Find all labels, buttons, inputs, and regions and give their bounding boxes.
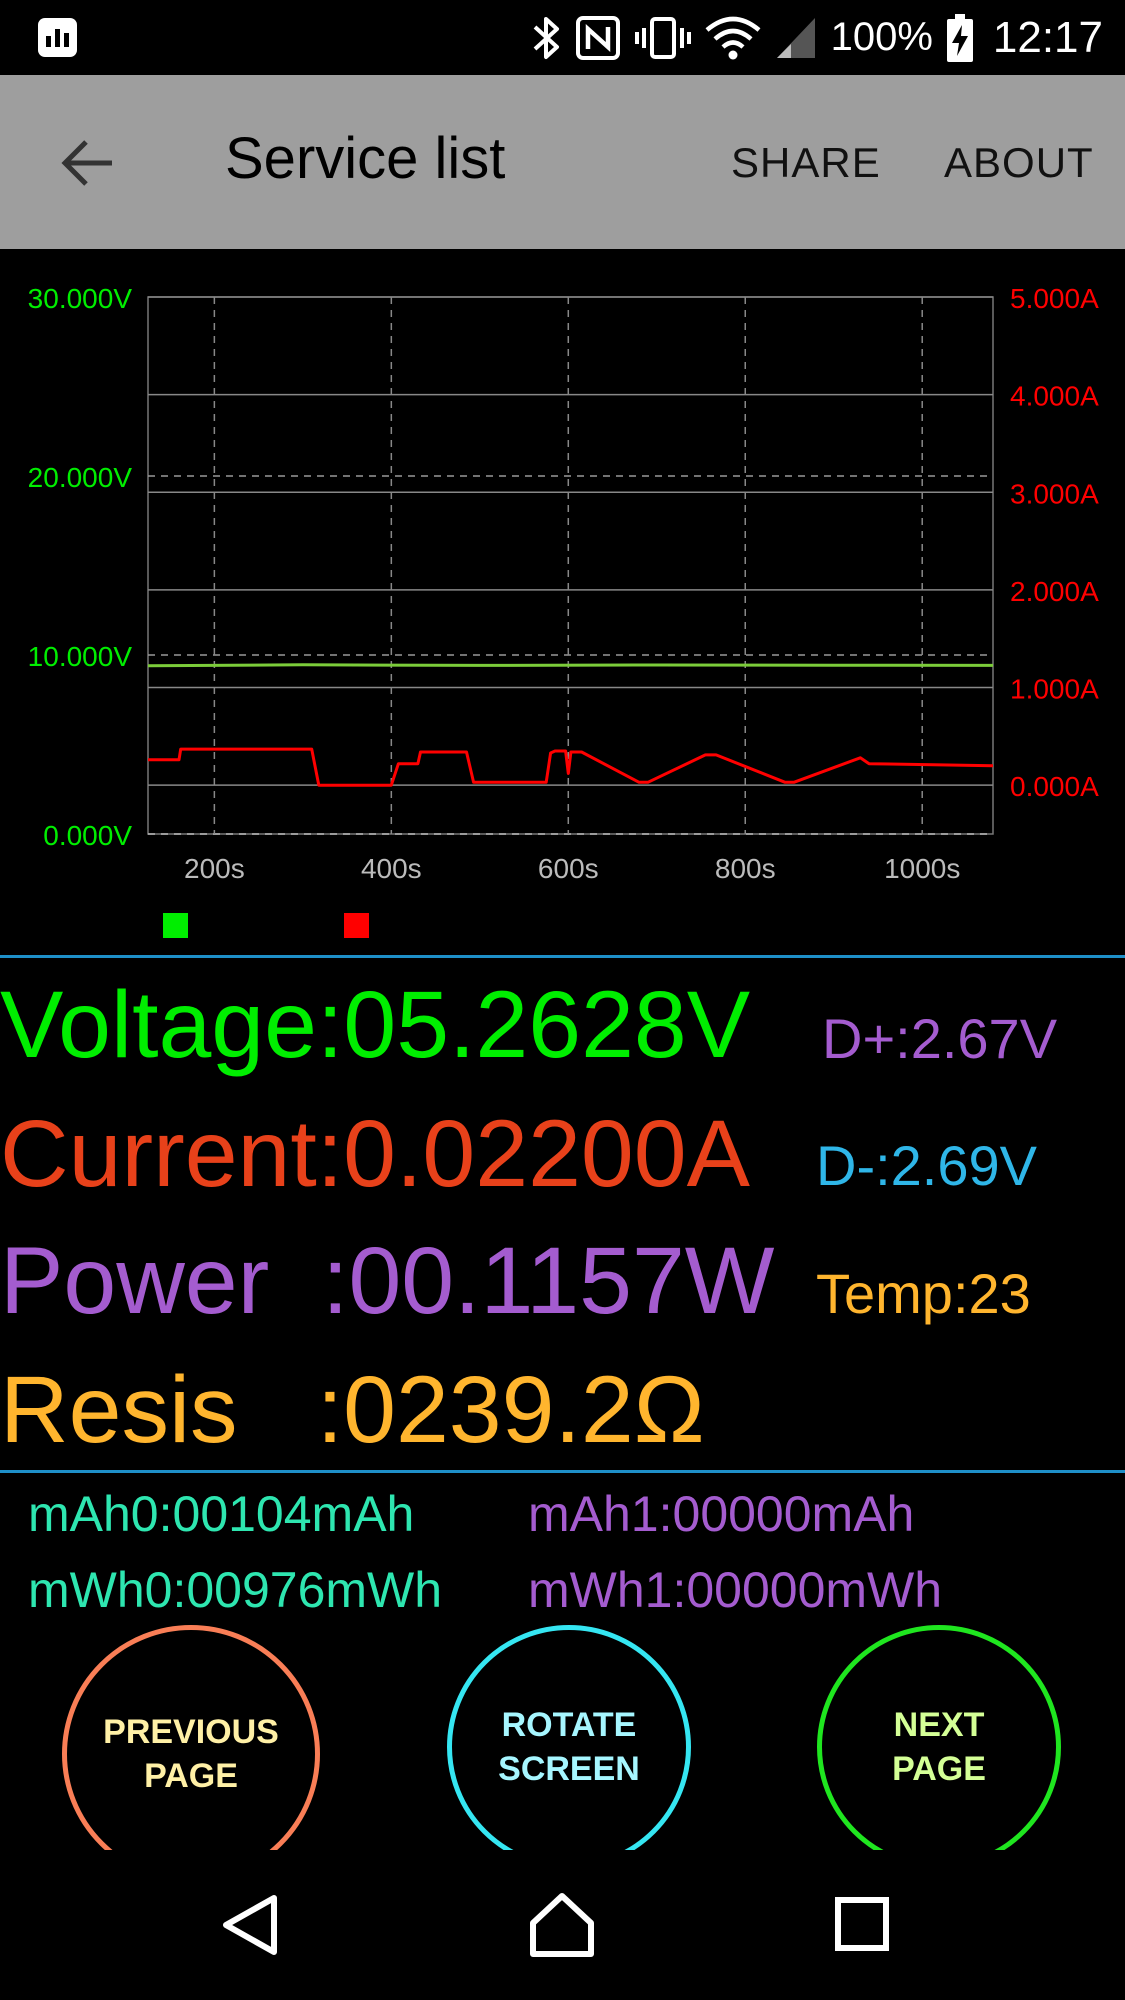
resistance-reading: Resis :0239.2Ω [0, 1357, 705, 1463]
current-reading: Current:0.02200A [0, 1101, 750, 1207]
app-bar: Service list SHARE ABOUT [0, 75, 1125, 249]
y-left-tick-label: 20.000V [28, 462, 133, 493]
app-monitor-icon [38, 18, 77, 57]
nav-recents-button[interactable] [818, 1880, 908, 1970]
current-series-line [148, 747, 994, 787]
y-right-tick-label: 1.000A [1010, 674, 1099, 705]
page-buttons: PREVIOUS PAGE ROTATE SCREEN NEXT PAGE [0, 1620, 1125, 1850]
voltage-series-line [147, 663, 994, 668]
y-right-tick-label: 4.000A [1010, 381, 1099, 412]
status-icons: 100% 12:17 [531, 0, 1103, 75]
rotate-screen-button[interactable]: ROTATE SCREEN [447, 1625, 691, 1850]
previous-page-label-1: PREVIOUS [103, 1713, 279, 1751]
x-tick-label: 400s [361, 853, 422, 884]
status-bar: 100% 12:17 [0, 0, 1125, 75]
chart-svg: 0.000V 10.000V 20.000V 30.000V 0.000A 1.000A 2… [28, 283, 1099, 884]
signal-icon [776, 17, 815, 58]
voltage-current-chart: 0.000V 10.000V 20.000V 30.000V 0.000A 1.000A 2… [0, 249, 1125, 949]
back-icon [223, 1895, 277, 1955]
home-icon [530, 1893, 594, 1957]
x-tick-label: 800s [715, 853, 776, 884]
page-title: Service list [225, 126, 506, 191]
nav-back-button[interactable] [206, 1880, 296, 1970]
rotate-screen-label-2: SCREEN [498, 1750, 640, 1788]
mah0-value: mAh0:00104mAh [28, 1486, 415, 1542]
previous-page-button[interactable]: PREVIOUS PAGE [62, 1625, 320, 1850]
dplus-reading: D+:2.67V [822, 1007, 1058, 1070]
divider-bottom [0, 1470, 1125, 1473]
power-reading: Power :00.1157W [0, 1228, 775, 1334]
share-button[interactable]: SHARE [731, 139, 881, 187]
dminus-reading: D-:2.69V [816, 1134, 1037, 1197]
mwh0-value: mWh0:00976mWh [28, 1562, 443, 1618]
y-right-tick-label: 0.000A [1010, 771, 1099, 802]
wifi-icon [705, 16, 761, 59]
x-tick-label: 200s [184, 853, 245, 884]
voltage-reading: Voltage:05.2628V [0, 972, 751, 1078]
next-page-button[interactable]: NEXT PAGE [817, 1625, 1061, 1850]
about-button[interactable]: ABOUT [944, 139, 1094, 187]
vibrate-icon [634, 16, 691, 59]
divider-top [0, 955, 1125, 958]
recents-icon [835, 1897, 889, 1951]
battery-charging-icon [946, 13, 973, 62]
y-right-tick-label: 5.000A [1010, 283, 1099, 314]
arrow-left-icon [61, 140, 112, 186]
clock: 12:17 [992, 12, 1103, 62]
next-page-label-2: PAGE [892, 1750, 986, 1788]
rotate-screen-label-1: ROTATE [501, 1706, 637, 1744]
temperature-reading: Temp:23 [816, 1262, 1031, 1325]
x-tick-label: 1000s [884, 853, 960, 884]
y-left-tick-label: 10.000V [28, 641, 133, 672]
y-right-tick-label: 3.000A [1010, 478, 1099, 509]
next-page-label-1: NEXT [893, 1706, 985, 1744]
y-left-tick-label: 0.000V [43, 820, 132, 851]
previous-page-label-2: PAGE [144, 1757, 238, 1795]
legend-voltage-swatch [163, 913, 188, 938]
y-left-tick-label: 30.000V [28, 283, 133, 314]
nfc-icon [575, 15, 620, 60]
back-button[interactable] [48, 123, 128, 203]
battery-percent: 100% [830, 15, 933, 59]
legend-current-swatch [344, 913, 369, 938]
bluetooth-icon [533, 16, 559, 59]
x-tick-label: 600s [538, 853, 599, 884]
nav-home-button[interactable] [517, 1880, 607, 1970]
system-nav-bar [0, 1850, 1125, 2000]
mah1-value: mAh1:00000mAh [528, 1486, 915, 1542]
y-right-tick-label: 2.000A [1010, 576, 1099, 607]
mwh1-value: mWh1:00000mWh [528, 1562, 943, 1618]
